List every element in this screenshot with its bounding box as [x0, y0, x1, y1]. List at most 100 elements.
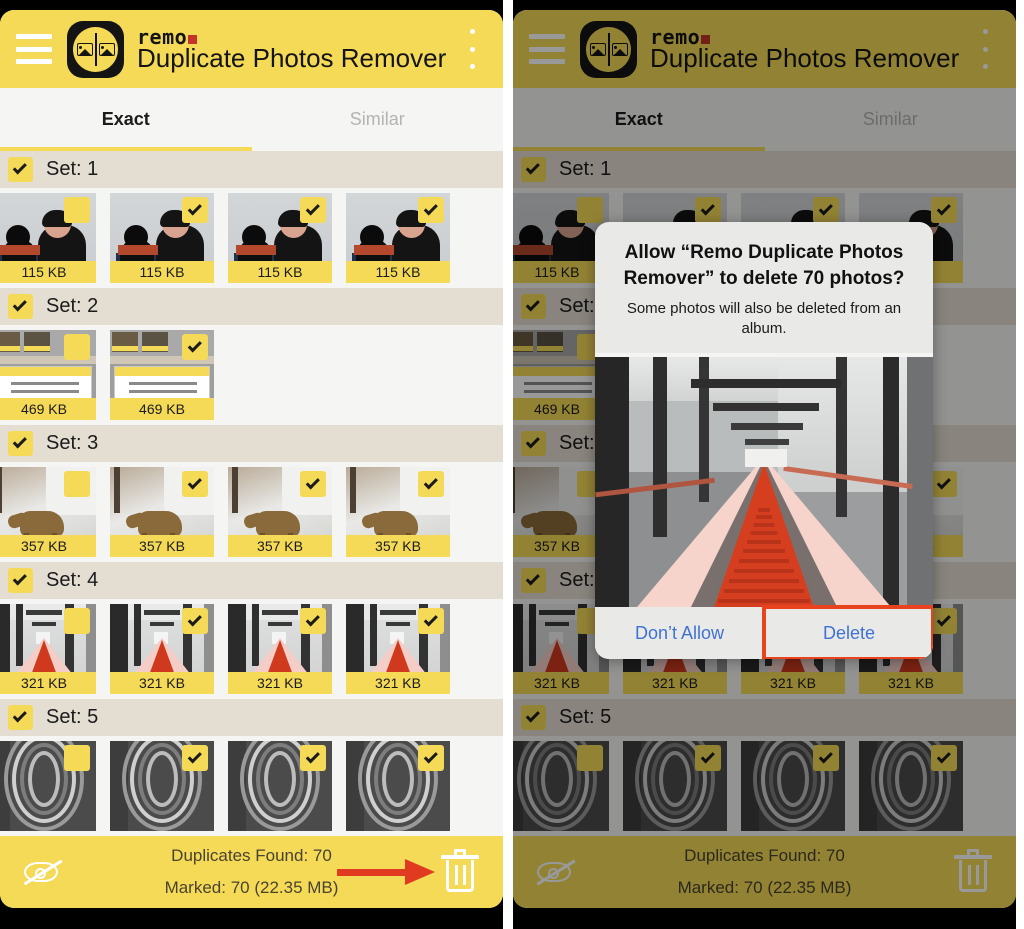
- set-checkbox[interactable]: [521, 568, 546, 593]
- set-label: Set: 1: [46, 158, 99, 180]
- photo-thumbnail[interactable]: 115 KB: [110, 193, 214, 283]
- photo-thumbnail[interactable]: 321 KB: [110, 604, 214, 694]
- hamburger-menu-icon[interactable]: [529, 34, 565, 64]
- photo-checkbox-checked[interactable]: [931, 471, 957, 497]
- set-header[interactable]: Set: 5: [0, 699, 503, 736]
- set-header[interactable]: Set: 4: [0, 562, 503, 599]
- photo-thumbnail[interactable]: 321 KB: [0, 604, 96, 694]
- trash-icon[interactable]: [952, 849, 994, 895]
- photo-checkbox-unchecked[interactable]: [64, 334, 90, 360]
- photo-thumbnail[interactable]: [346, 741, 450, 831]
- kebab-menu-icon[interactable]: [461, 29, 483, 69]
- eye-slash-icon[interactable]: [535, 856, 577, 888]
- photo-checkbox-checked[interactable]: [418, 197, 444, 223]
- photo-checkbox-checked[interactable]: [931, 608, 957, 634]
- set-checkbox[interactable]: [8, 157, 33, 182]
- set-header[interactable]: Set: 3: [0, 425, 503, 462]
- set-checkbox[interactable]: [8, 294, 33, 319]
- tab-exact[interactable]: Exact: [513, 88, 765, 151]
- duplicate-sets-list[interactable]: Set: 1 115 KB 115 KB 115 KB 115 KB Set: …: [0, 151, 503, 836]
- app-bar: remo Duplicate Photos Remover: [513, 10, 1016, 88]
- eye-slash-icon[interactable]: [22, 856, 64, 888]
- dialog-preview-image: [595, 353, 933, 608]
- photo-thumbnail[interactable]: 357 KB: [228, 467, 332, 557]
- set-checkbox[interactable]: [521, 431, 546, 456]
- set-checkbox[interactable]: [521, 705, 546, 730]
- photo-thumbnail[interactable]: 321 KB: [346, 604, 450, 694]
- photo-checkbox-checked[interactable]: [418, 471, 444, 497]
- photo-checkbox-checked[interactable]: [182, 334, 208, 360]
- photo-thumbnail[interactable]: [623, 741, 727, 831]
- photo-checkbox-checked[interactable]: [813, 745, 839, 771]
- thumbnail-row: [0, 736, 503, 836]
- photo-checkbox-checked[interactable]: [182, 197, 208, 223]
- tab-similar[interactable]: Similar: [765, 88, 1017, 151]
- photo-checkbox-checked[interactable]: [300, 745, 326, 771]
- photo-thumbnail[interactable]: 469 KB: [110, 330, 214, 420]
- photo-checkbox-unchecked[interactable]: [577, 197, 603, 223]
- hamburger-menu-icon[interactable]: [16, 34, 52, 64]
- photo-thumbnail[interactable]: 115 KB: [346, 193, 450, 283]
- photo-thumbnail[interactable]: [859, 741, 963, 831]
- photo-thumbnail[interactable]: 321 KB: [228, 604, 332, 694]
- photo-size-label: 321 KB: [346, 672, 450, 694]
- photo-size-label: 321 KB: [859, 672, 963, 694]
- phone-panel-left: remo Duplicate Photos Remover Exact Simi…: [0, 0, 503, 929]
- photo-thumbnail[interactable]: [513, 741, 609, 831]
- photo-checkbox-unchecked[interactable]: [64, 471, 90, 497]
- photo-thumbnail[interactable]: [741, 741, 845, 831]
- photo-thumbnail[interactable]: 357 KB: [110, 467, 214, 557]
- status-text: Duplicates Found: 70 Marked: 70 (22.35 M…: [577, 840, 952, 905]
- photo-thumbnail[interactable]: 469 KB: [0, 330, 96, 420]
- set-checkbox[interactable]: [521, 294, 546, 319]
- set-checkbox[interactable]: [8, 705, 33, 730]
- app-titles: remo Duplicate Photos Remover: [650, 27, 974, 71]
- status-text: Duplicates Found: 70 Marked: 70 (22.35 M…: [64, 840, 439, 905]
- set-header[interactable]: Set: 1: [0, 151, 503, 188]
- photo-size-label: 321 KB: [228, 672, 332, 694]
- photo-size-label: 115 KB: [0, 261, 96, 283]
- delete-button[interactable]: Delete: [762, 605, 933, 660]
- set-checkbox[interactable]: [8, 568, 33, 593]
- set-checkbox[interactable]: [521, 157, 546, 182]
- kebab-menu-icon[interactable]: [974, 29, 996, 69]
- photo-thumbnail[interactable]: 357 KB: [0, 467, 96, 557]
- set-header[interactable]: Set: 2: [0, 288, 503, 325]
- photo-thumbnail[interactable]: [110, 741, 214, 831]
- photo-checkbox-checked[interactable]: [300, 471, 326, 497]
- trash-icon[interactable]: [439, 849, 481, 895]
- photo-checkbox-checked[interactable]: [182, 471, 208, 497]
- photo-thumbnail[interactable]: 115 KB: [0, 193, 96, 283]
- photo-checkbox-unchecked[interactable]: [64, 745, 90, 771]
- photo-thumbnail[interactable]: 357 KB: [346, 467, 450, 557]
- dont-allow-button[interactable]: Don’t Allow: [595, 607, 764, 660]
- tab-similar[interactable]: Similar: [252, 88, 504, 151]
- app-screen-left: remo Duplicate Photos Remover Exact Simi…: [0, 10, 503, 908]
- photo-checkbox-unchecked[interactable]: [577, 745, 603, 771]
- photo-thumbnail[interactable]: 115 KB: [228, 193, 332, 283]
- photo-size-label: 115 KB: [346, 261, 450, 283]
- tab-exact[interactable]: Exact: [0, 88, 252, 151]
- photo-checkbox-checked[interactable]: [695, 745, 721, 771]
- thumbnail-row: [513, 736, 1016, 836]
- set-header[interactable]: Set: 1: [513, 151, 1016, 188]
- set-checkbox[interactable]: [8, 431, 33, 456]
- photo-checkbox-checked[interactable]: [182, 608, 208, 634]
- photo-checkbox-checked[interactable]: [695, 197, 721, 223]
- photo-checkbox-unchecked[interactable]: [64, 197, 90, 223]
- marked-label: Marked: 70 (22.35 MB): [677, 878, 852, 897]
- app-logo-icon: [580, 20, 637, 78]
- photo-checkbox-checked[interactable]: [931, 197, 957, 223]
- app-title: Duplicate Photos Remover: [137, 43, 447, 73]
- photo-checkbox-checked[interactable]: [418, 608, 444, 634]
- photo-checkbox-checked[interactable]: [931, 745, 957, 771]
- photo-thumbnail[interactable]: [228, 741, 332, 831]
- photo-checkbox-checked[interactable]: [300, 608, 326, 634]
- photo-thumbnail[interactable]: [0, 741, 96, 831]
- photo-checkbox-checked[interactable]: [300, 197, 326, 223]
- set-header[interactable]: Set: 5: [513, 699, 1016, 736]
- photo-checkbox-checked[interactable]: [182, 745, 208, 771]
- photo-checkbox-unchecked[interactable]: [64, 608, 90, 634]
- photo-checkbox-checked[interactable]: [418, 745, 444, 771]
- photo-checkbox-checked[interactable]: [813, 197, 839, 223]
